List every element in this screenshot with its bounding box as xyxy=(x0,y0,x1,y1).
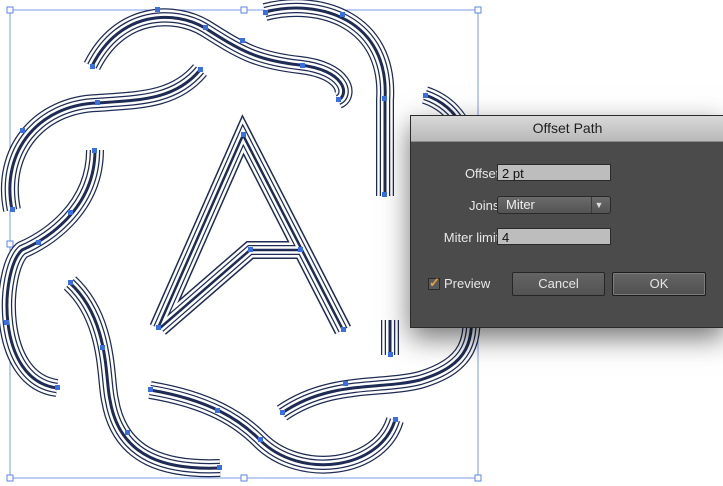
offset-row: Offset: 2 pt xyxy=(411,164,723,184)
cancel-button[interactable]: Cancel xyxy=(512,272,605,296)
preview-label[interactable]: Preview xyxy=(444,276,490,291)
anchor-points[interactable] xyxy=(4,7,473,470)
offset-letter-a[interactable] xyxy=(149,114,352,335)
miter-limit-input[interactable]: 4 xyxy=(497,228,611,245)
offset-ring-artwork[interactable] xyxy=(0,0,482,478)
offset-path-dialog: Offset Path Offset: 2 pt Joins: Miter ▼ … xyxy=(410,115,723,328)
dialog-title[interactable]: Offset Path xyxy=(411,116,723,142)
preview-checkbox[interactable]: ✓ xyxy=(428,275,440,290)
joins-row: Joins: Miter ▼ xyxy=(411,196,723,216)
chevron-down-icon[interactable]: ▼ xyxy=(591,197,606,213)
miter-row: Miter limit: 4 xyxy=(411,228,723,248)
ok-button[interactable]: OK xyxy=(612,272,706,296)
joins-value: Miter xyxy=(506,197,535,212)
miter-limit-label: Miter limit: xyxy=(443,230,503,245)
checkmark-icon: ✓ xyxy=(429,275,440,290)
joins-select[interactable]: Miter ▼ xyxy=(497,196,611,214)
offset-input[interactable]: 2 pt xyxy=(497,164,611,181)
